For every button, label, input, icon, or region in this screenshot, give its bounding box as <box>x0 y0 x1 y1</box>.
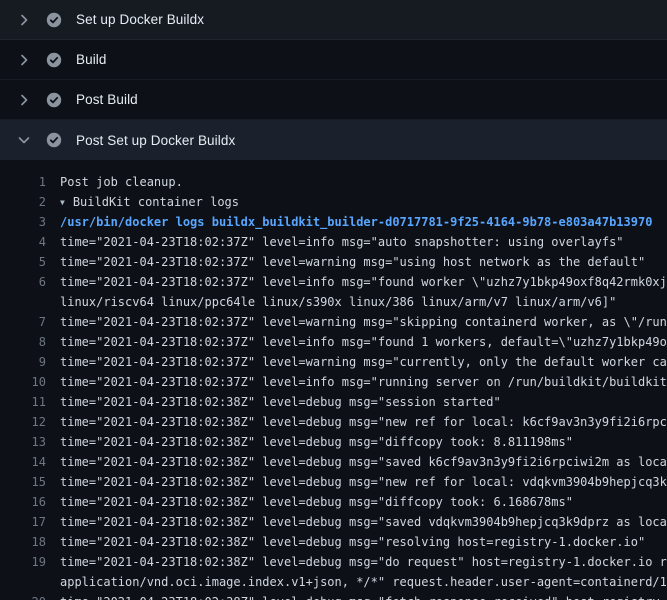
section-build: Build <box>0 40 667 80</box>
line-number[interactable]: 8 <box>0 332 46 352</box>
line-number[interactable]: 3 <box>0 212 46 232</box>
line-number[interactable]: 7 <box>0 312 46 332</box>
line-number[interactable]: 14 <box>0 452 46 472</box>
log-line: 17 time="2021-04-23T18:02:38Z" level=deb… <box>0 512 667 532</box>
line-number[interactable]: 2 <box>0 192 46 212</box>
log-line: 20 time="2021-04-23T18:02:38Z" level=deb… <box>0 592 667 600</box>
log-line: linux/riscv64 linux/ppc64le linux/s390x … <box>0 292 667 312</box>
log-line: 3 /usr/bin/docker logs buildx_buildkit_b… <box>0 212 667 232</box>
log-line: 16 time="2021-04-23T18:02:38Z" level=deb… <box>0 492 667 512</box>
log-line: 18 time="2021-04-23T18:02:38Z" level=deb… <box>0 532 667 552</box>
log-text: application/vnd.oci.image.index.v1+json,… <box>46 572 667 592</box>
log-text: time="2021-04-23T18:02:38Z" level=debug … <box>46 552 667 572</box>
log-line: 10 time="2021-04-23T18:02:37Z" level=inf… <box>0 372 667 392</box>
check-circle-icon <box>46 12 62 28</box>
log-text: linux/riscv64 linux/ppc64le linux/s390x … <box>46 292 616 312</box>
line-number[interactable]: 9 <box>0 352 46 372</box>
log-line: 11 time="2021-04-23T18:02:38Z" level=deb… <box>0 392 667 412</box>
line-number[interactable]: 10 <box>0 372 46 392</box>
log-line: 5 time="2021-04-23T18:02:37Z" level=warn… <box>0 252 667 272</box>
log-line: 9 time="2021-04-23T18:02:37Z" level=warn… <box>0 352 667 372</box>
log-line: 8 time="2021-04-23T18:02:37Z" level=info… <box>0 332 667 352</box>
log-line: 14 time="2021-04-23T18:02:38Z" level=deb… <box>0 452 667 472</box>
log-text: time="2021-04-23T18:02:37Z" level=warnin… <box>46 352 667 372</box>
line-number[interactable] <box>0 572 46 592</box>
log-line: 15 time="2021-04-23T18:02:38Z" level=deb… <box>0 472 667 492</box>
log-text: time="2021-04-23T18:02:38Z" level=debug … <box>46 452 667 472</box>
log-line: 13 time="2021-04-23T18:02:38Z" level=deb… <box>0 432 667 452</box>
line-number[interactable]: 5 <box>0 252 46 272</box>
line-number[interactable]: 17 <box>0 512 46 532</box>
section-set-up-docker-buildx: Set up Docker Buildx <box>0 0 667 40</box>
section-header[interactable]: Build <box>0 40 667 80</box>
log-area: 1 Post job cleanup. 2 ▼BuildKit containe… <box>0 160 667 600</box>
section-header[interactable]: Set up Docker Buildx <box>0 0 667 40</box>
check-circle-icon <box>46 132 62 148</box>
log-text: time="2021-04-23T18:02:38Z" level=debug … <box>46 432 573 452</box>
line-number[interactable]: 12 <box>0 412 46 432</box>
log-text: ▼BuildKit container logs <box>46 192 239 212</box>
log-text: time="2021-04-23T18:02:37Z" level=info m… <box>46 372 667 392</box>
section-post-build: Post Build <box>0 80 667 120</box>
log-line: 6 time="2021-04-23T18:02:37Z" level=info… <box>0 272 667 292</box>
log-text: Post job cleanup. <box>46 172 183 192</box>
section-title: Set up Docker Buildx <box>76 12 204 27</box>
log-text: time="2021-04-23T18:02:37Z" level=info m… <box>46 272 667 292</box>
log-line: 7 time="2021-04-23T18:02:37Z" level=warn… <box>0 312 667 332</box>
log-line: 19 time="2021-04-23T18:02:38Z" level=deb… <box>0 552 667 572</box>
log-line: 12 time="2021-04-23T18:02:38Z" level=deb… <box>0 412 667 432</box>
section-header[interactable]: Post Build <box>0 80 667 120</box>
log-text: time="2021-04-23T18:02:37Z" level=info m… <box>46 332 667 352</box>
log-text: time="2021-04-23T18:02:38Z" level=debug … <box>46 592 667 600</box>
group-toggle-icon[interactable]: ▼ <box>60 193 65 212</box>
line-number[interactable]: 20 <box>0 592 46 600</box>
line-number[interactable]: 4 <box>0 232 46 252</box>
log-text: time="2021-04-23T18:02:38Z" level=debug … <box>46 412 667 432</box>
log-line: application/vnd.oci.image.index.v1+json,… <box>0 572 667 592</box>
section-header[interactable]: Post Set up Docker Buildx <box>0 120 667 160</box>
log-line: 4 time="2021-04-23T18:02:37Z" level=info… <box>0 232 667 252</box>
log-text: time="2021-04-23T18:02:38Z" level=debug … <box>46 492 573 512</box>
workflow-log-viewer: Set up Docker Buildx Build Post Build <box>0 0 667 600</box>
chevron-right-icon <box>16 12 32 28</box>
log-text: time="2021-04-23T18:02:37Z" level=info m… <box>46 232 624 252</box>
log-text: time="2021-04-23T18:02:37Z" level=warnin… <box>46 252 645 272</box>
log-text: time="2021-04-23T18:02:38Z" level=debug … <box>46 392 501 412</box>
line-number[interactable]: 6 <box>0 272 46 292</box>
line-number[interactable] <box>0 292 46 312</box>
check-circle-icon <box>46 92 62 108</box>
section-title: Post Build <box>76 92 138 107</box>
log-text: time="2021-04-23T18:02:37Z" level=warnin… <box>46 312 667 332</box>
line-number[interactable]: 11 <box>0 392 46 412</box>
section-title: Build <box>76 52 107 67</box>
section-title: Post Set up Docker Buildx <box>76 133 235 148</box>
log-text: time="2021-04-23T18:02:38Z" level=debug … <box>46 532 645 552</box>
log-line: 1 Post job cleanup. <box>0 172 667 192</box>
line-number[interactable]: 13 <box>0 432 46 452</box>
chevron-down-icon <box>16 132 32 148</box>
log-text: time="2021-04-23T18:02:38Z" level=debug … <box>46 472 667 492</box>
log-text: time="2021-04-23T18:02:38Z" level=debug … <box>46 512 667 532</box>
line-number[interactable]: 16 <box>0 492 46 512</box>
chevron-right-icon <box>16 52 32 68</box>
section-post-set-up-docker-buildx: Post Set up Docker Buildx 1 Post job cle… <box>0 120 667 600</box>
line-number[interactable]: 18 <box>0 532 46 552</box>
log-text: /usr/bin/docker logs buildx_buildkit_bui… <box>46 212 652 232</box>
check-circle-icon <box>46 52 62 68</box>
chevron-right-icon <box>16 92 32 108</box>
line-number[interactable]: 19 <box>0 552 46 572</box>
log-line: 2 ▼BuildKit container logs <box>0 192 667 212</box>
line-number[interactable]: 1 <box>0 172 46 192</box>
line-number[interactable]: 15 <box>0 472 46 492</box>
